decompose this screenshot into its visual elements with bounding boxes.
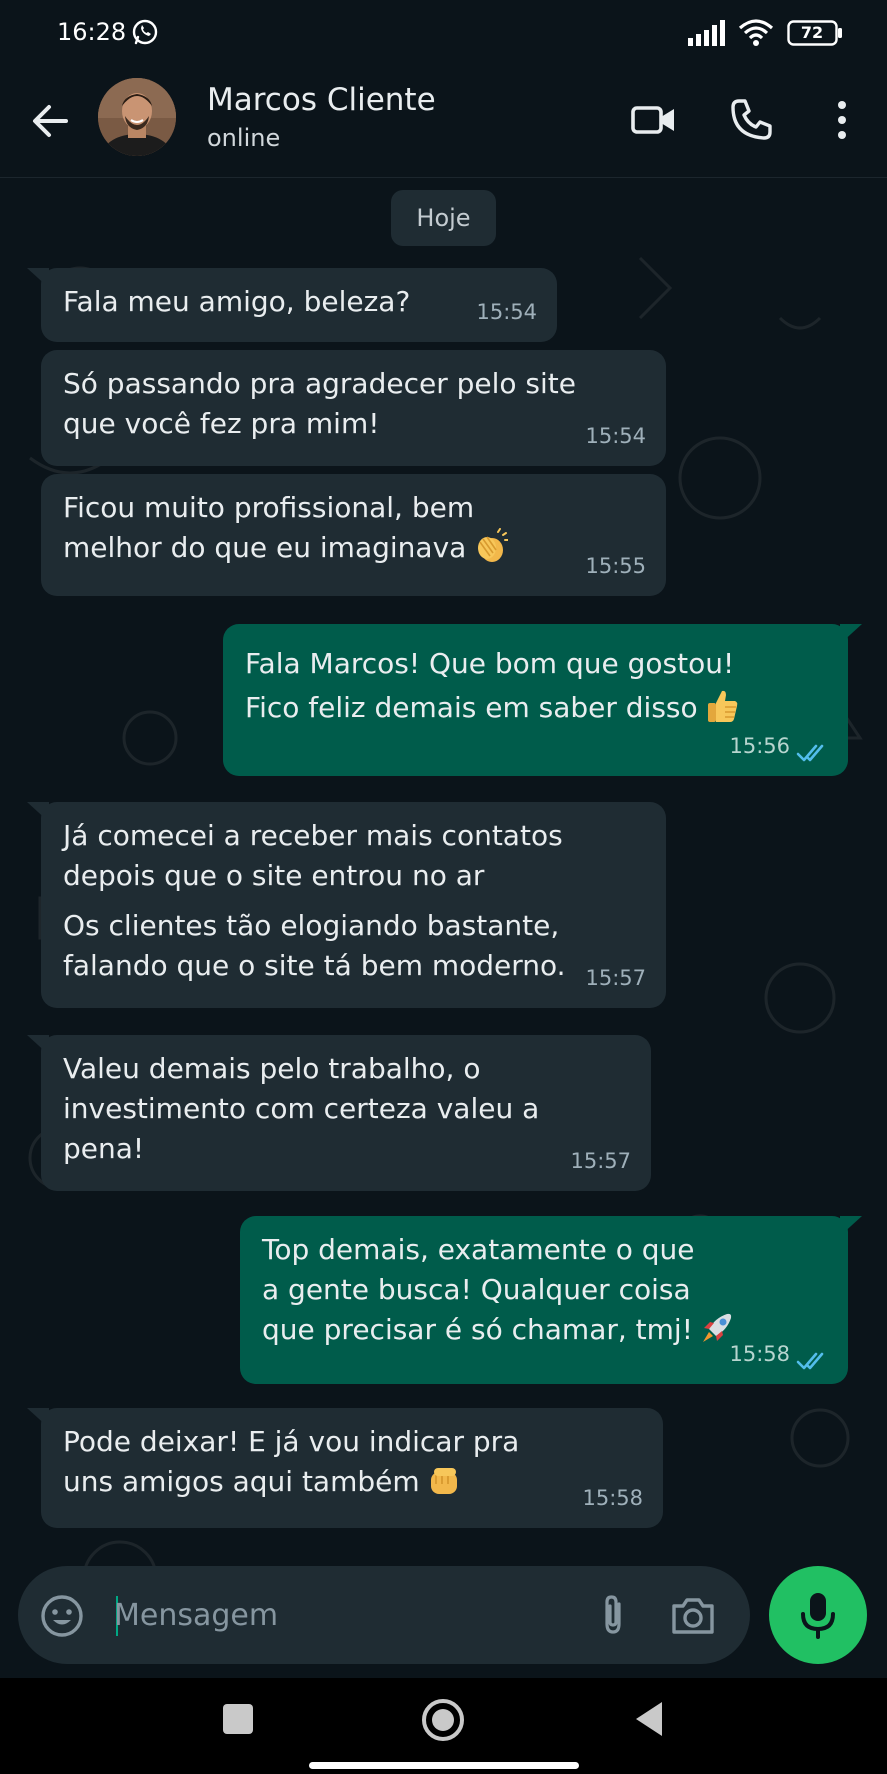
back-arrow-icon[interactable] (28, 98, 74, 144)
avatar-photo (98, 78, 176, 156)
message-incoming[interactable]: Pode deixar! E já vou indicar pra uns am… (27, 1408, 663, 1528)
wifi-icon (738, 19, 774, 46)
message-text: Já comecei a receber mais contatos depoi… (63, 819, 563, 892)
message-incoming[interactable]: Só passando pra agradecer pelo site que … (41, 350, 666, 466)
message-incoming[interactable]: Fala meu amigo, beleza? 15:54 (27, 268, 557, 342)
message-text: Fala Marcos! Que bom que gostou! Fico fe… (245, 642, 826, 730)
message-composer (18, 1566, 750, 1664)
thumbs-up-icon (707, 690, 737, 722)
message-incoming[interactable]: Valeu demais pelo trabalho, o investimen… (27, 1035, 651, 1191)
message-text: Fala meu amigo, beleza? (63, 285, 411, 318)
message-incoming[interactable]: Já comecei a receber mais contatos depoi… (27, 802, 666, 1008)
bubble-tail (840, 624, 862, 644)
read-receipt-icon (796, 744, 824, 762)
bubble-tail (27, 268, 49, 288)
bubble-tail (27, 802, 49, 822)
message-time: 15:54 (585, 424, 646, 448)
phone-call-icon[interactable] (727, 96, 775, 144)
message-input[interactable] (114, 1592, 474, 1638)
voice-message-button[interactable] (769, 1566, 867, 1664)
message-text: Top demais, exatamente o que a gente bus… (262, 1230, 826, 1350)
battery-level: 72 (800, 23, 824, 42)
message-incoming[interactable]: Ficou muito profissional, bem melhor do … (41, 474, 666, 596)
contact-name[interactable]: Marcos Cliente (207, 82, 436, 118)
chat-area[interactable]: Hoje Fala meu amigo, beleza? 15:54 Só pa… (0, 178, 887, 1678)
more-options-icon[interactable] (820, 96, 864, 144)
home-indicator[interactable] (309, 1762, 579, 1769)
message-outgoing[interactable]: Top demais, exatamente o que a gente bus… (240, 1216, 862, 1384)
contact-status: online (207, 124, 281, 152)
system-navigation-bar (0, 1678, 887, 1774)
bubble-tail (27, 1408, 49, 1428)
emoji-picker-icon[interactable] (40, 1594, 84, 1638)
message-time: 15:55 (585, 554, 646, 578)
date-chip: Hoje (391, 190, 496, 246)
message-text: Só passando pra agradecer pelo site que … (63, 367, 576, 440)
message-text: Ficou muito profissional, bem melhor do … (63, 488, 644, 568)
clapping-hands-icon (478, 528, 509, 562)
message-time: 15:57 (570, 1149, 631, 1173)
read-receipt-icon (796, 1352, 824, 1370)
bubble-tail (27, 1035, 49, 1055)
camera-icon[interactable] (670, 1594, 716, 1636)
home-button-icon[interactable] (421, 1698, 465, 1742)
message-text: Pode deixar! E já vou indicar pra uns am… (63, 1425, 520, 1498)
message-outgoing[interactable]: Fala Marcos! Que bom que gostou! Fico fe… (223, 624, 862, 776)
attach-icon[interactable] (592, 1592, 634, 1638)
status-bar: 16:28 72 (0, 0, 887, 64)
system-back-icon[interactable] (634, 1700, 664, 1738)
message-time: 15:58 (729, 1342, 790, 1366)
message-time: 15:54 (476, 300, 537, 324)
whatsapp-notification-icon (132, 19, 158, 45)
message-text: Os clientes tão elogiando bastante, fala… (63, 909, 566, 982)
video-call-icon[interactable] (630, 96, 678, 144)
signal-icon (688, 20, 725, 46)
avatar[interactable] (98, 78, 176, 156)
message-time: 15:57 (585, 966, 646, 990)
recent-apps-button[interactable] (223, 1704, 253, 1734)
fist-bump-icon (430, 1468, 457, 1494)
chat-header: Marcos Cliente online (0, 64, 887, 178)
microphone-icon (801, 1593, 835, 1639)
status-time: 16:28 (57, 18, 127, 46)
bubble-tail (840, 1216, 862, 1236)
message-time: 15:58 (582, 1486, 643, 1510)
message-text: Valeu demais pelo trabalho, o investimen… (63, 1052, 540, 1165)
message-time: 15:56 (729, 734, 790, 758)
